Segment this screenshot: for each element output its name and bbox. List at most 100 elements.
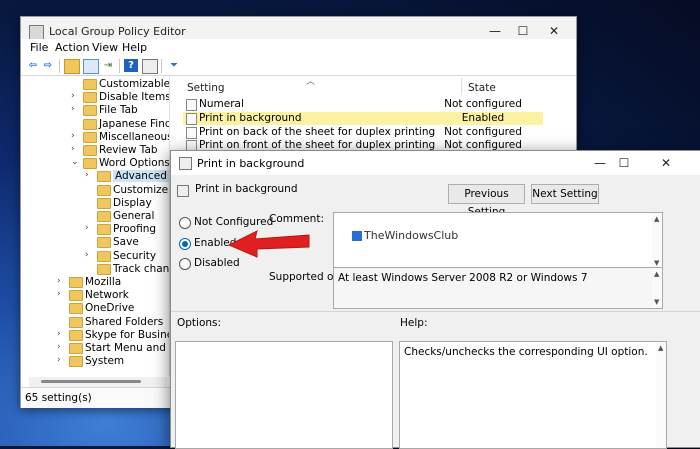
folder-icon [69,290,83,302]
show-hide-tree-icon[interactable] [83,59,99,74]
radio-circle[interactable] [179,258,191,270]
tree-item-label: Miscellaneous [99,130,170,143]
folder-icon [83,105,97,117]
help-text: Checks/unchecks the corresponding UI opt… [404,346,648,358]
folder-icon [83,131,97,143]
tree-item-label: OneDrive [85,302,135,315]
tree-item-label: Track changes [113,262,170,275]
windowsclub-logo-icon [352,231,362,241]
setting-name-cell: Print on back of the sheet for duplex pr… [199,125,436,138]
folder-icon [83,118,97,130]
menu-help[interactable]: Help [122,41,147,54]
tree-item-label: Start Menu and Taskb [85,342,169,354]
folder-icon [97,237,111,249]
tree-item-label: Review Tab [99,144,158,156]
setting-count: 65 setting(s) [25,392,92,404]
column-header-state[interactable]: State [468,82,496,94]
setting-name: Print in background [195,183,298,195]
supported-scrollbar[interactable]: ▲ ▼ [652,268,662,308]
expand-chevron-icon[interactable]: › [57,276,67,286]
supported-on-text: At least Windows Server 2008 R2 or Windo… [338,272,588,284]
folder-icon [97,224,111,236]
expand-chevron-icon[interactable]: › [71,131,81,141]
previous-setting-button[interactable]: Previous Setting [448,184,525,218]
tree-item-label: Shared Folders [85,315,164,328]
scroll-thumb[interactable] [41,380,141,383]
setting-name-cell: Print in background [199,111,302,124]
folder-icon [69,303,83,315]
forward-icon[interactable]: ⇨ [41,59,55,72]
setting-row[interactable]: Print on back of the sheet for duplex pr… [183,126,543,139]
tree-item-label: File Tab [99,104,138,117]
red-arrow-annotation [227,230,310,258]
expand-chevron-icon[interactable]: ⌄ [71,157,81,167]
folder-icon [97,250,111,262]
setting-state-cell: Enabled [461,111,505,124]
tree-item-label: Save [113,236,139,249]
folder-icon [97,184,111,196]
export-list-icon[interactable]: ⇥ [101,59,115,72]
expand-chevron-icon[interactable]: › [85,170,95,180]
toolbar-divider [161,59,162,73]
folder-icon [97,171,111,183]
expand-chevron-icon[interactable]: › [57,342,67,352]
filter-icon[interactable]: ⏷ [167,59,181,72]
setting-state-cell: Not configured [444,125,522,138]
folder-icon [83,145,97,156]
folder-icon [83,79,97,90]
tree-horizontal-scrollbar[interactable] [29,377,167,387]
next-setting-button[interactable]: Next Setting [531,184,599,204]
toolbar-divider [59,59,60,73]
up-folder-icon[interactable] [64,59,80,74]
comment-textbox[interactable]: TheWindowsClub ▲ ▼ [333,212,663,270]
menu-view[interactable]: View [92,41,118,54]
policy-setting-icon [186,99,197,111]
help-icon[interactable]: ? [124,59,138,72]
window-title: Local Group Policy Editor [49,25,186,38]
folder-icon [69,316,83,328]
folder-icon [69,329,83,341]
expand-chevron-icon[interactable]: › [85,250,95,260]
menu-bar: File Action View Help [21,39,576,57]
menu-file[interactable]: File [30,41,48,54]
expand-chevron-icon[interactable]: › [57,289,67,299]
comment-scrollbar[interactable]: ▲ ▼ [652,213,662,269]
properties-icon[interactable] [142,59,158,74]
menu-action[interactable]: Action [55,41,89,54]
setting-row[interactable]: Numeral Not configured [183,98,543,111]
dialog-title-bar[interactable]: Print in background — ☐ ✕ [171,151,700,175]
supported-on-box: At least Windows Server 2008 R2 or Windo… [333,267,663,309]
help-pane: Checks/unchecks the corresponding UI opt… [399,341,667,449]
column-header-setting[interactable]: Setting [187,82,225,94]
comment-text: TheWindowsClub [364,229,459,242]
folder-icon [83,158,97,170]
tree-item-label: Advanced [113,170,169,183]
toolbar: ⇦ ⇨ ⇥ ? ⏷ [21,57,576,76]
expand-chevron-icon[interactable]: › [71,104,81,114]
policy-setting-icon [186,126,197,139]
expand-chevron-icon[interactable]: › [71,144,81,154]
expand-chevron-icon[interactable]: › [85,223,95,233]
help-scrollbar[interactable]: ▲ [656,342,666,448]
dialog-close-button[interactable]: ✕ [649,152,683,174]
setting-icon [177,185,189,197]
radio-circle[interactable] [179,217,191,229]
expand-chevron-icon[interactable]: › [71,91,81,101]
setting-row[interactable]: Print in background Enabled [183,111,543,125]
navigation-tree: Customizable Errc › Disable Items in U › Fil… [21,76,170,376]
folder-icon [83,92,97,104]
back-icon[interactable]: ⇦ [26,59,40,72]
options-pane [175,341,393,449]
expand-chevron-icon[interactable]: › [57,355,67,365]
dialog-icon [179,157,192,170]
setting-state-cell: Not configured [444,98,522,110]
folder-icon [69,356,83,368]
radio-circle-checked[interactable] [179,238,191,250]
tree-item-label: Skype for Business 20 [85,328,169,341]
tree-item-label: General [113,210,155,222]
expand-chevron-icon[interactable]: › [57,329,67,339]
policy-setting-dialog: Print in background — ☐ ✕ Print in backg… [170,150,700,449]
dialog-maximize-button[interactable]: ☐ [607,152,641,174]
setting-name-cell: Numeral [199,98,244,110]
comment-label: Comment: [269,213,324,225]
